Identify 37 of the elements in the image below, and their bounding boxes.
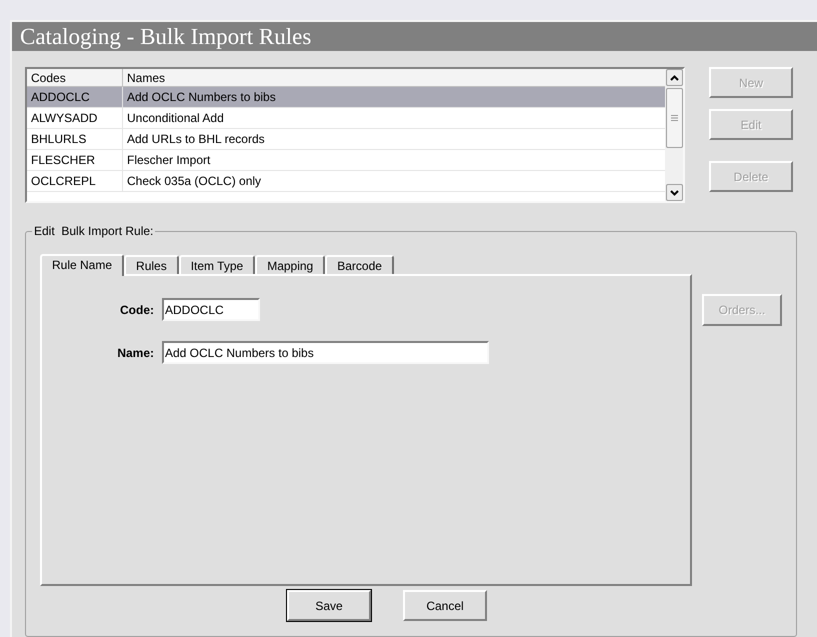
list-row[interactable]: BHLURLS Add URLs to BHL records bbox=[27, 129, 665, 150]
name-cell-text: Unconditional Add bbox=[126, 110, 225, 127]
chevron-down-icon bbox=[670, 190, 678, 196]
tab[interactable]: Rule Name bbox=[40, 254, 124, 276]
tab[interactable]: Mapping bbox=[255, 255, 326, 274]
scrollbar[interactable] bbox=[665, 69, 683, 201]
text-field[interactable]: Add OCLC Numbers to bibs bbox=[162, 341, 489, 364]
chevron-up-icon bbox=[670, 74, 678, 80]
grip-icon bbox=[670, 115, 678, 121]
scroll-down-button[interactable] bbox=[666, 184, 682, 201]
dialog-button[interactable]: Save bbox=[287, 590, 371, 621]
name-cell-text: Check 035a (OCLC) only bbox=[126, 173, 262, 190]
list-row[interactable]: FLESCHER Flescher Import bbox=[27, 150, 665, 171]
window-title: Cataloging - Bulk Import Rules bbox=[20, 25, 312, 48]
tab[interactable]: Item Type bbox=[178, 255, 256, 274]
scroll-thumb[interactable] bbox=[666, 88, 682, 148]
code-cell: ADDOCLC bbox=[27, 87, 123, 107]
text-field[interactable]: ADDOCLC bbox=[162, 298, 260, 321]
name-cell-text: Flescher Import bbox=[126, 152, 212, 169]
list-row[interactable]: ALWYSADD Unconditional Add bbox=[27, 108, 665, 129]
dialog-button[interactable]: Cancel bbox=[403, 590, 487, 621]
field-label: Code: bbox=[119, 302, 155, 318]
name-cell-text: Add OCLC Numbers to bibs bbox=[126, 89, 277, 106]
tab[interactable]: Rules bbox=[124, 255, 179, 274]
group-title: Edit Bulk Import Rule: bbox=[32, 223, 156, 239]
code-cell: ALWYSADD bbox=[27, 108, 123, 128]
code-cell: FLESCHER bbox=[27, 150, 123, 170]
list-row[interactable]: ADDOCLC Add OCLC Numbers to bibs bbox=[27, 87, 665, 108]
code-cell: OCLCREPL bbox=[27, 171, 123, 191]
column-header[interactable]: Names bbox=[123, 69, 665, 86]
column-header[interactable]: Codes bbox=[27, 69, 123, 86]
list-row[interactable]: OCLCREPL Check 035a (OCLC) only bbox=[27, 171, 665, 192]
code-cell: BHLURLS bbox=[27, 129, 123, 149]
name-cell-text: Add URLs to BHL records bbox=[126, 131, 266, 148]
tab[interactable]: Barcode bbox=[325, 255, 394, 274]
field-label: Name: bbox=[116, 344, 155, 362]
scroll-up-button[interactable] bbox=[666, 69, 682, 86]
